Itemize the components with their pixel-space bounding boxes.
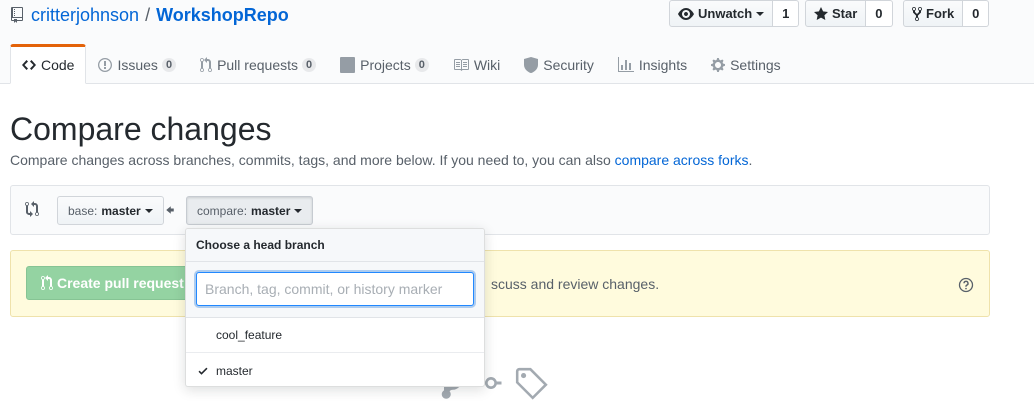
tab-issues-label: Issues <box>117 57 158 73</box>
star-button[interactable]: Star <box>805 0 867 27</box>
tab-code-label: Code <box>41 57 75 73</box>
tab-projects[interactable]: Projects 0 <box>328 44 441 84</box>
page-description: Compare changes across branches, commits… <box>10 152 752 168</box>
head-branch-dropdown: Choose a head branch cool_feature master <box>185 228 485 387</box>
tab-pull-requests[interactable]: Pull requests 0 <box>188 44 328 84</box>
star-label: Star <box>832 6 858 21</box>
graph-icon <box>617 57 634 72</box>
issue-icon <box>98 58 113 72</box>
tab-wiki-label: Wiki <box>473 57 501 73</box>
tag-icon <box>515 367 548 400</box>
range-editor: base: master compare: master <box>10 185 990 235</box>
compare-prefix: compare: <box>197 203 248 218</box>
watch-count[interactable]: 1 <box>773 0 800 27</box>
create-pull-request-button[interactable]: Create pull request <box>26 266 199 300</box>
repo-nav: Code Issues 0 Pull requests 0 Projects 0… <box>10 44 793 84</box>
compare-branch-select[interactable]: compare: master <box>186 196 314 225</box>
fork-group: Fork 0 <box>903 0 990 27</box>
pull-request-icon <box>200 57 213 73</box>
tab-projects-label: Projects <box>360 57 411 73</box>
check-icon <box>198 367 208 375</box>
repo-separator: / <box>145 5 151 25</box>
projects-counter: 0 <box>414 58 429 72</box>
tab-insights[interactable]: Insights <box>606 44 699 84</box>
tab-pull-requests-label: Pull requests <box>217 57 298 73</box>
repo-name-link[interactable]: WorkshopRepo <box>156 4 289 26</box>
fork-count[interactable]: 0 <box>963 0 990 27</box>
star-count[interactable]: 0 <box>866 0 893 27</box>
tab-security[interactable]: Security <box>512 44 606 84</box>
compare-flash-notice: Create pull request scuss and review cha… <box>10 250 990 317</box>
fork-button[interactable]: Fork <box>903 0 964 27</box>
tab-settings-label: Settings <box>730 57 781 73</box>
code-icon <box>22 60 36 70</box>
fork-icon <box>912 6 922 21</box>
unwatch-button[interactable]: Unwatch <box>669 0 774 27</box>
flash-message: scuss and review changes. <box>491 276 660 292</box>
base-branch-select[interactable]: base: master <box>57 196 164 225</box>
project-icon <box>340 57 356 73</box>
repository-header: critterjohnson / WorkshopRepo Unwatch 1 … <box>0 0 1034 84</box>
pulls-counter: 0 <box>302 58 317 72</box>
dropdown-filter <box>186 262 484 318</box>
tab-security-label: Security <box>543 57 594 73</box>
description-end: . <box>748 152 753 168</box>
chevron-down-icon <box>294 208 303 213</box>
description-text: Compare changes across branches, commits… <box>10 152 611 168</box>
create-pull-request-label: Create pull request <box>57 275 184 291</box>
arrow-left-icon <box>166 206 174 214</box>
pull-request-icon <box>41 275 53 290</box>
tab-insights-label: Insights <box>638 57 688 73</box>
base-prefix: base: <box>68 203 98 218</box>
book-icon <box>453 59 469 71</box>
star-icon <box>814 6 828 20</box>
compare-branch-value: master <box>251 203 291 218</box>
shield-icon <box>524 57 539 73</box>
fork-label: Fork <box>926 6 955 21</box>
question-icon[interactable] <box>958 277 974 293</box>
tab-code[interactable]: Code <box>10 44 87 84</box>
tab-settings[interactable]: Settings <box>699 44 793 84</box>
tab-wiki[interactable]: Wiki <box>441 44 512 84</box>
tab-issues[interactable]: Issues 0 <box>86 44 188 84</box>
compare-across-forks-link[interactable]: compare across forks <box>615 152 749 168</box>
chevron-down-icon <box>144 208 153 213</box>
branch-filter-input[interactable] <box>196 272 474 306</box>
repo-title: critterjohnson / WorkshopRepo <box>10 4 289 26</box>
unwatch-label: Unwatch <box>698 6 753 21</box>
git-compare-icon <box>25 201 39 217</box>
gear-icon <box>711 58 726 72</box>
repo-owner-link[interactable]: critterjohnson <box>31 4 139 26</box>
eye-icon <box>678 7 694 20</box>
base-branch-value: master <box>101 203 141 218</box>
branch-item-label: master <box>216 363 253 378</box>
issues-counter: 0 <box>161 58 177 72</box>
branch-item-cool-feature[interactable]: cool_feature <box>186 318 484 353</box>
page-title: Compare changes <box>10 111 272 147</box>
branch-item-master[interactable]: master <box>186 353 484 386</box>
star-group: Star 0 <box>805 0 893 27</box>
branch-item-label: cool_feature <box>216 328 283 342</box>
watch-group: Unwatch 1 <box>669 0 800 27</box>
dropdown-header: Choose a head branch <box>186 229 484 262</box>
chevron-down-icon <box>756 11 765 16</box>
repo-book-icon <box>11 7 23 23</box>
